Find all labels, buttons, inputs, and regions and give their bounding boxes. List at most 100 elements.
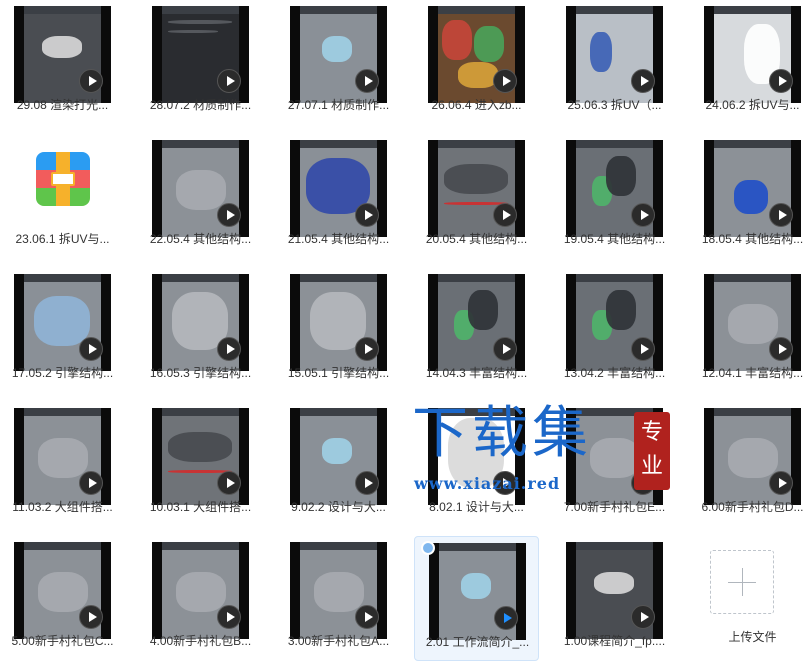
file-item[interactable]: 21.05.4 其他结构... — [276, 134, 401, 259]
play-icon[interactable] — [631, 337, 655, 361]
play-icon[interactable] — [79, 69, 103, 93]
video-thumbnail — [566, 408, 663, 505]
play-icon[interactable] — [631, 605, 655, 629]
play-icon[interactable] — [355, 203, 379, 227]
file-name: 11.03.2 大组件搭... — [12, 500, 113, 514]
play-icon[interactable] — [217, 605, 241, 629]
file-item[interactable]: 7.00新手村礼包E... — [552, 402, 677, 527]
play-icon[interactable] — [355, 471, 379, 495]
file-item[interactable]: 4.00新手村礼包B... — [138, 536, 263, 661]
file-item[interactable]: 28.07.2 材质制作... — [138, 0, 263, 125]
file-item[interactable]: 18.05.4 其他结构... — [690, 134, 810, 259]
plus-icon[interactable] — [710, 550, 774, 614]
file-item[interactable]: 13.04.2 丰富结构... — [552, 268, 677, 393]
file-name: 19.05.4 其他结构... — [563, 232, 666, 246]
file-item[interactable]: 27.07.1 材质制作... — [276, 0, 401, 125]
file-item[interactable]: 2.01 工作流简介_... — [414, 536, 539, 661]
file-name: 8.02.1 设计与大... — [429, 500, 524, 514]
play-icon[interactable] — [493, 203, 517, 227]
file-item[interactable]: 20.05.4 其他结构... — [414, 134, 539, 259]
play-icon[interactable] — [631, 69, 655, 93]
video-thumbnail — [704, 274, 801, 371]
file-name: 10.03.1 大组件搭... — [149, 500, 252, 514]
select-checkbox[interactable] — [421, 541, 435, 555]
file-item[interactable]: 19.05.4 其他结构... — [552, 134, 677, 259]
file-name: 16.05.3 引擎结构... — [149, 366, 252, 380]
video-thumbnail — [290, 542, 387, 639]
file-name: 18.05.4 其他结构... — [701, 232, 804, 246]
file-item[interactable]: 26.06.4 进入zb... — [414, 0, 539, 125]
file-item[interactable]: 15.05.1 引擎结构... — [276, 268, 401, 393]
video-thumbnail — [566, 6, 663, 103]
file-item[interactable]: 16.05.3 引擎结构... — [138, 268, 263, 393]
file-name: 14.04.3 丰富结构... — [425, 366, 528, 380]
video-thumbnail — [704, 408, 801, 505]
video-thumbnail — [14, 274, 111, 371]
file-item[interactable]: 11.03.2 大组件搭... — [0, 402, 125, 527]
video-thumbnail — [566, 140, 663, 237]
play-icon[interactable] — [217, 471, 241, 495]
file-name: 1.00课程简介_fp.... — [563, 634, 666, 648]
play-icon[interactable] — [493, 337, 517, 361]
file-item[interactable]: 25.06.3 拆UV（... — [552, 0, 677, 125]
play-icon[interactable] — [355, 69, 379, 93]
play-icon[interactable] — [493, 69, 517, 93]
file-item[interactable]: 17.05.2 引擎结构... — [0, 268, 125, 393]
play-icon[interactable] — [355, 337, 379, 361]
play-icon[interactable] — [631, 203, 655, 227]
video-thumbnail — [428, 274, 525, 371]
file-item[interactable]: 10.03.1 大组件搭... — [138, 402, 263, 527]
video-thumbnail — [152, 408, 249, 505]
file-item[interactable]: 3.00新手村礼包A... — [276, 536, 401, 661]
file-item[interactable]: 8.02.1 设计与大... — [414, 402, 539, 527]
play-icon[interactable] — [355, 605, 379, 629]
play-icon[interactable] — [217, 337, 241, 361]
file-name: 7.00新手村礼包E... — [563, 500, 666, 514]
file-name: 3.00新手村礼包A... — [287, 634, 390, 648]
file-name: 9.02.2 设计与大... — [291, 500, 386, 514]
play-icon[interactable] — [631, 471, 655, 495]
play-icon[interactable] — [79, 471, 103, 495]
play-icon[interactable] — [217, 203, 241, 227]
play-icon[interactable] — [217, 69, 241, 93]
file-item[interactable]: 23.06.1 拆UV与... — [0, 134, 125, 259]
file-item[interactable]: 22.05.4 其他结构... — [138, 134, 263, 259]
video-thumbnail — [428, 6, 525, 103]
upload-file-tile[interactable]: 上传文件 — [690, 536, 810, 661]
play-icon[interactable] — [79, 337, 103, 361]
file-name: 24.06.2 拆UV与... — [705, 98, 800, 112]
file-item[interactable]: 9.02.2 设计与大... — [276, 402, 401, 527]
video-thumbnail — [704, 140, 801, 237]
file-name: 上传文件 — [728, 630, 777, 644]
file-item[interactable]: 24.06.2 拆UV与... — [690, 0, 810, 125]
file-name: 23.06.1 拆UV与... — [15, 232, 110, 246]
file-item[interactable]: 29.08 渲染打光... — [0, 0, 125, 125]
video-thumbnail — [152, 542, 249, 639]
play-icon[interactable] — [79, 605, 103, 629]
video-thumbnail — [14, 6, 111, 103]
play-icon[interactable] — [769, 69, 793, 93]
file-name: 26.06.4 进入zb... — [431, 98, 522, 112]
file-item[interactable]: 5.00新手村礼包C... — [0, 536, 125, 661]
play-icon[interactable] — [769, 337, 793, 361]
file-item[interactable]: 1.00课程简介_fp.... — [552, 536, 677, 661]
video-thumbnail — [429, 543, 526, 640]
video-thumbnail — [290, 140, 387, 237]
play-icon[interactable] — [494, 606, 518, 630]
file-item[interactable]: 12.04.1 丰富结构... — [690, 268, 810, 393]
play-icon[interactable] — [769, 471, 793, 495]
file-name: 21.05.4 其他结构... — [287, 232, 390, 246]
file-name: 17.05.2 引擎结构... — [11, 366, 114, 380]
play-icon[interactable] — [493, 471, 517, 495]
file-name: 29.08 渲染打光... — [16, 98, 109, 112]
file-name: 4.00新手村礼包B... — [149, 634, 252, 648]
file-item[interactable]: 6.00新手村礼包D... — [690, 402, 810, 527]
video-thumbnail — [290, 274, 387, 371]
file-name: 12.04.1 丰富结构... — [701, 366, 804, 380]
video-thumbnail — [152, 274, 249, 371]
file-name: 22.05.4 其他结构... — [149, 232, 252, 246]
play-icon[interactable] — [769, 203, 793, 227]
video-thumbnail — [704, 6, 801, 103]
file-item[interactable]: 14.04.3 丰富结构... — [414, 268, 539, 393]
file-name: 27.07.1 材质制作... — [287, 98, 390, 112]
